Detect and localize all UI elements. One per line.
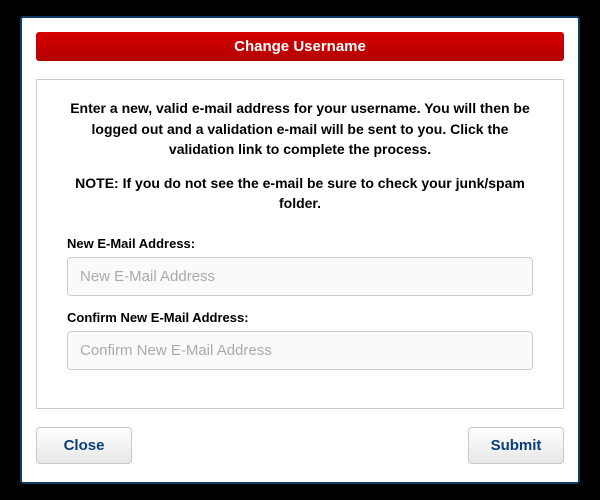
note-text: NOTE: If you do not see the e-mail be su…: [57, 173, 543, 214]
dialog-title: Change Username: [36, 32, 564, 61]
confirm-email-input[interactable]: [67, 331, 533, 370]
new-email-label: New E-Mail Address:: [67, 236, 533, 251]
dialog-content: Enter a new, valid e-mail address for yo…: [36, 79, 564, 408]
new-email-input[interactable]: [67, 257, 533, 296]
confirm-email-label: Confirm New E-Mail Address:: [67, 310, 533, 325]
new-email-row: New E-Mail Address:: [67, 236, 533, 296]
confirm-email-row: Confirm New E-Mail Address:: [67, 310, 533, 370]
close-button[interactable]: Close: [36, 427, 132, 464]
change-username-dialog: Change Username Enter a new, valid e-mai…: [20, 16, 580, 483]
submit-button[interactable]: Submit: [468, 427, 564, 464]
instructions-text: Enter a new, valid e-mail address for yo…: [57, 98, 543, 159]
button-row: Close Submit: [36, 427, 564, 464]
